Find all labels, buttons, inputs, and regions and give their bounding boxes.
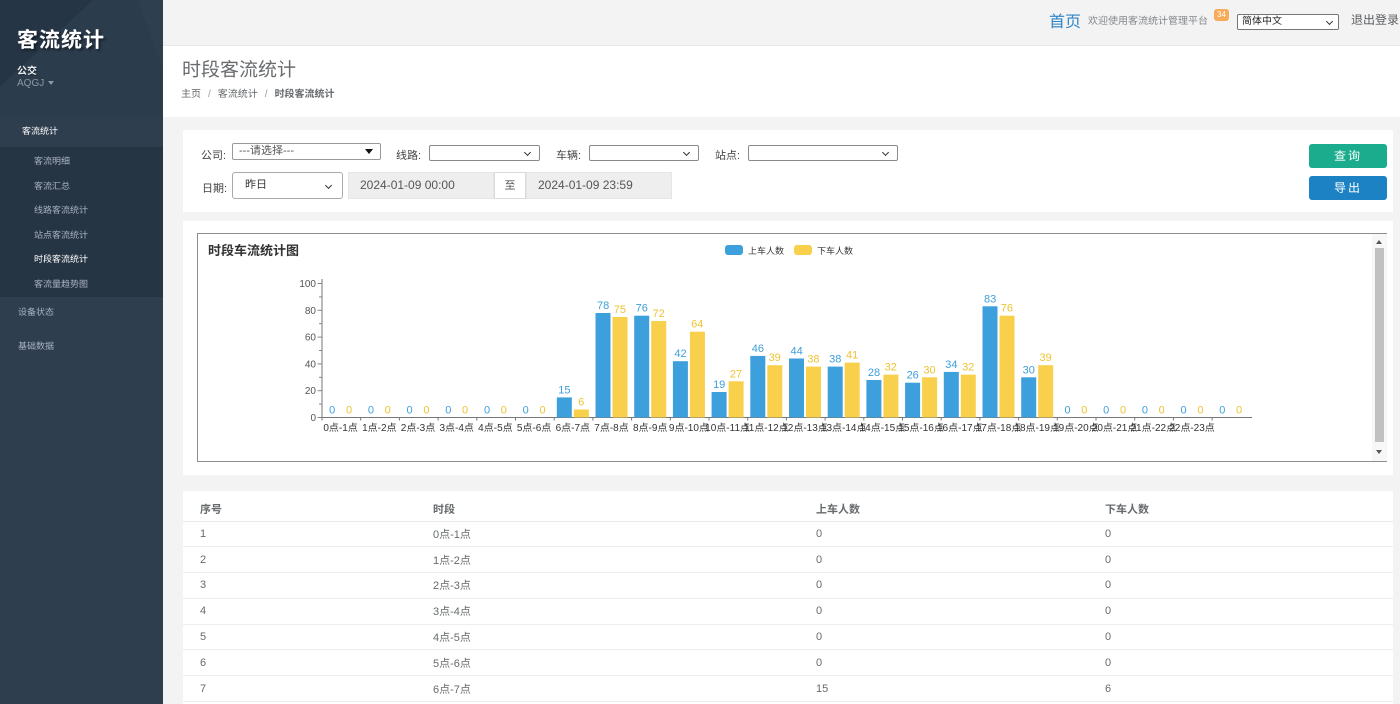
svg-text:60: 60: [305, 333, 317, 344]
svg-text:0: 0: [1120, 405, 1126, 417]
svg-text:0: 0: [1219, 405, 1225, 417]
svg-text:15: 15: [558, 384, 570, 396]
svg-text:0: 0: [1236, 405, 1242, 417]
svg-text:0: 0: [1142, 405, 1148, 417]
svg-text:22点-23点: 22点-23点: [1169, 422, 1215, 434]
svg-text:0: 0: [1081, 405, 1087, 417]
svg-text:80: 80: [305, 306, 317, 317]
svg-text:3点-4点: 3点-4点: [439, 422, 473, 434]
svg-text:40: 40: [305, 359, 317, 370]
svg-text:0: 0: [368, 405, 374, 417]
svg-text:6: 6: [578, 397, 584, 409]
svg-text:5点-6点: 5点-6点: [517, 422, 551, 434]
svg-text:83: 83: [984, 293, 996, 305]
svg-text:41: 41: [846, 350, 858, 362]
svg-text:0: 0: [1181, 405, 1187, 417]
svg-text:76: 76: [636, 303, 648, 315]
svg-text:39: 39: [1039, 352, 1051, 364]
svg-text:4点-5点: 4点-5点: [478, 422, 512, 434]
svg-text:7点-8点: 7点-8点: [594, 422, 628, 434]
svg-text:39: 39: [769, 352, 781, 364]
svg-text:0: 0: [329, 405, 335, 417]
svg-text:38: 38: [807, 354, 819, 366]
svg-text:38: 38: [829, 354, 841, 366]
svg-text:9点-10点: 9点-10点: [669, 422, 709, 434]
svg-text:0: 0: [523, 405, 529, 417]
svg-text:44: 44: [790, 346, 802, 358]
svg-text:28: 28: [868, 367, 880, 379]
svg-text:0: 0: [1103, 405, 1109, 417]
svg-text:0: 0: [445, 405, 451, 417]
svg-text:0点-1点: 0点-1点: [323, 422, 357, 434]
svg-text:0: 0: [1197, 405, 1203, 417]
svg-text:2点-3点: 2点-3点: [401, 422, 435, 434]
svg-text:32: 32: [962, 362, 974, 374]
svg-text:30: 30: [923, 364, 935, 376]
svg-text:0: 0: [501, 405, 507, 417]
svg-text:26: 26: [907, 370, 919, 382]
svg-text:0: 0: [484, 405, 490, 417]
svg-text:0: 0: [423, 405, 429, 417]
svg-text:0: 0: [407, 405, 413, 417]
svg-text:0: 0: [346, 405, 352, 417]
svg-text:6点-7点: 6点-7点: [556, 422, 590, 434]
svg-text:72: 72: [652, 308, 664, 320]
svg-text:0: 0: [1159, 405, 1165, 417]
svg-text:75: 75: [614, 304, 626, 316]
svg-text:100: 100: [299, 279, 316, 290]
svg-text:0: 0: [539, 405, 545, 417]
svg-text:30: 30: [1023, 364, 1035, 376]
svg-text:34: 34: [945, 359, 957, 371]
svg-text:46: 46: [752, 343, 764, 355]
svg-text:27: 27: [730, 368, 742, 380]
svg-text:0: 0: [310, 413, 316, 424]
svg-text:64: 64: [691, 319, 703, 331]
svg-text:32: 32: [885, 362, 897, 374]
svg-text:1点-2点: 1点-2点: [362, 422, 396, 434]
svg-text:0: 0: [1064, 405, 1070, 417]
svg-text:78: 78: [597, 300, 609, 312]
svg-text:20: 20: [305, 386, 317, 397]
svg-text:76: 76: [1001, 303, 1013, 315]
svg-text:19: 19: [713, 379, 725, 391]
svg-text:8点-9点: 8点-9点: [633, 422, 667, 434]
svg-text:0: 0: [462, 405, 468, 417]
svg-text:42: 42: [674, 348, 686, 360]
svg-text:0: 0: [385, 405, 391, 417]
